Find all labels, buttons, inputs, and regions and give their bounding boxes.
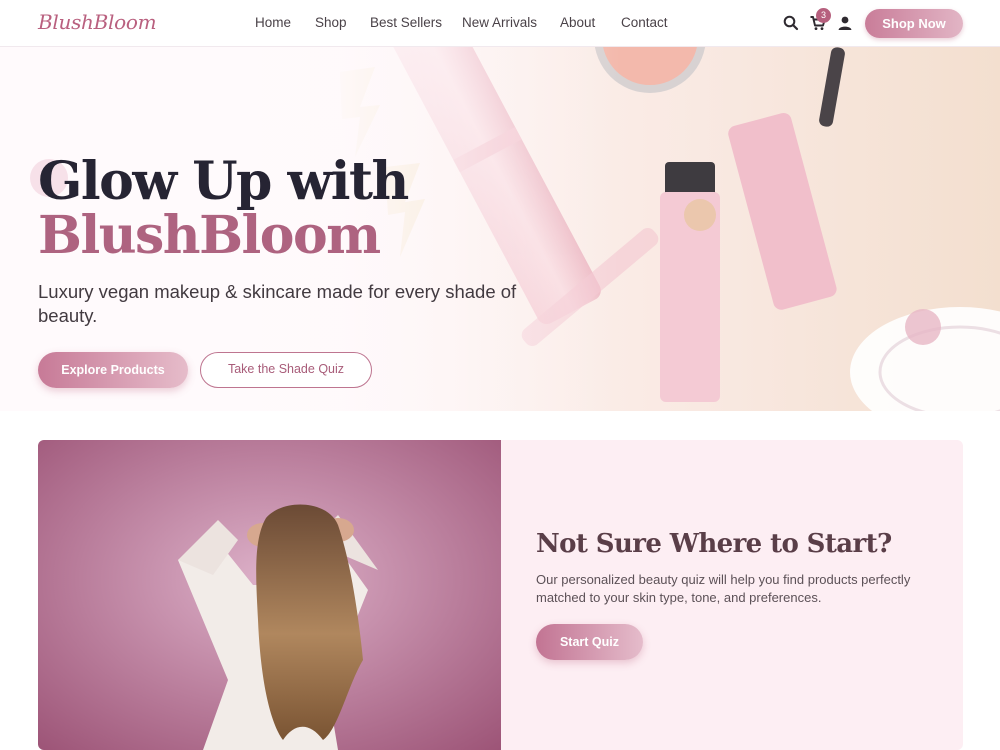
shop-now-button[interactable]: Shop Now: [865, 9, 963, 38]
nav-link-shop[interactable]: Shop: [315, 15, 347, 30]
quiz-title: Not Sure Where to Start?: [536, 529, 892, 559]
brand-logo[interactable]: BlushBloom: [38, 10, 157, 34]
nav-link-best-sellers[interactable]: Best Sellers: [370, 15, 442, 30]
quiz-description: Our personalized beauty quiz will help y…: [536, 572, 911, 605]
nav-link-new-arrivals[interactable]: New Arrivals: [462, 15, 537, 30]
hero-section: Glow Up with BlushBloom Luxury vegan mak…: [0, 47, 1000, 423]
nav-link-about[interactable]: About: [560, 15, 597, 30]
hero-title-line1: Glow Up with: [38, 151, 409, 212]
hero-bottom-strip: [0, 411, 1000, 423]
start-quiz-button[interactable]: Start Quiz: [536, 624, 643, 660]
nav-link-home[interactable]: Home: [255, 15, 291, 30]
hero-title: Glow Up with BlushBloom: [38, 151, 409, 266]
quiz-section: Not Sure Where to Start? Our personalize…: [38, 440, 963, 750]
shade-quiz-button[interactable]: Take the Shade Quiz: [200, 352, 372, 388]
cart-count-badge: 3: [816, 8, 831, 23]
woman-hair-photo: [38, 440, 501, 750]
hero-title-line2: BlushBloom: [38, 205, 381, 266]
navbar: BlushBloom Home Shop Best Sellers New Ar…: [0, 0, 1000, 47]
user-icon[interactable]: [836, 14, 854, 32]
search-icon[interactable]: [782, 14, 800, 32]
nav-links: Home Shop Best Sellers New Arrivals Abou…: [255, 15, 693, 30]
nav-link-contact[interactable]: Contact: [621, 15, 669, 30]
hero-subtitle: Luxury vegan makeup & skincare made for …: [38, 281, 517, 326]
explore-products-button[interactable]: Explore Products: [38, 352, 188, 388]
